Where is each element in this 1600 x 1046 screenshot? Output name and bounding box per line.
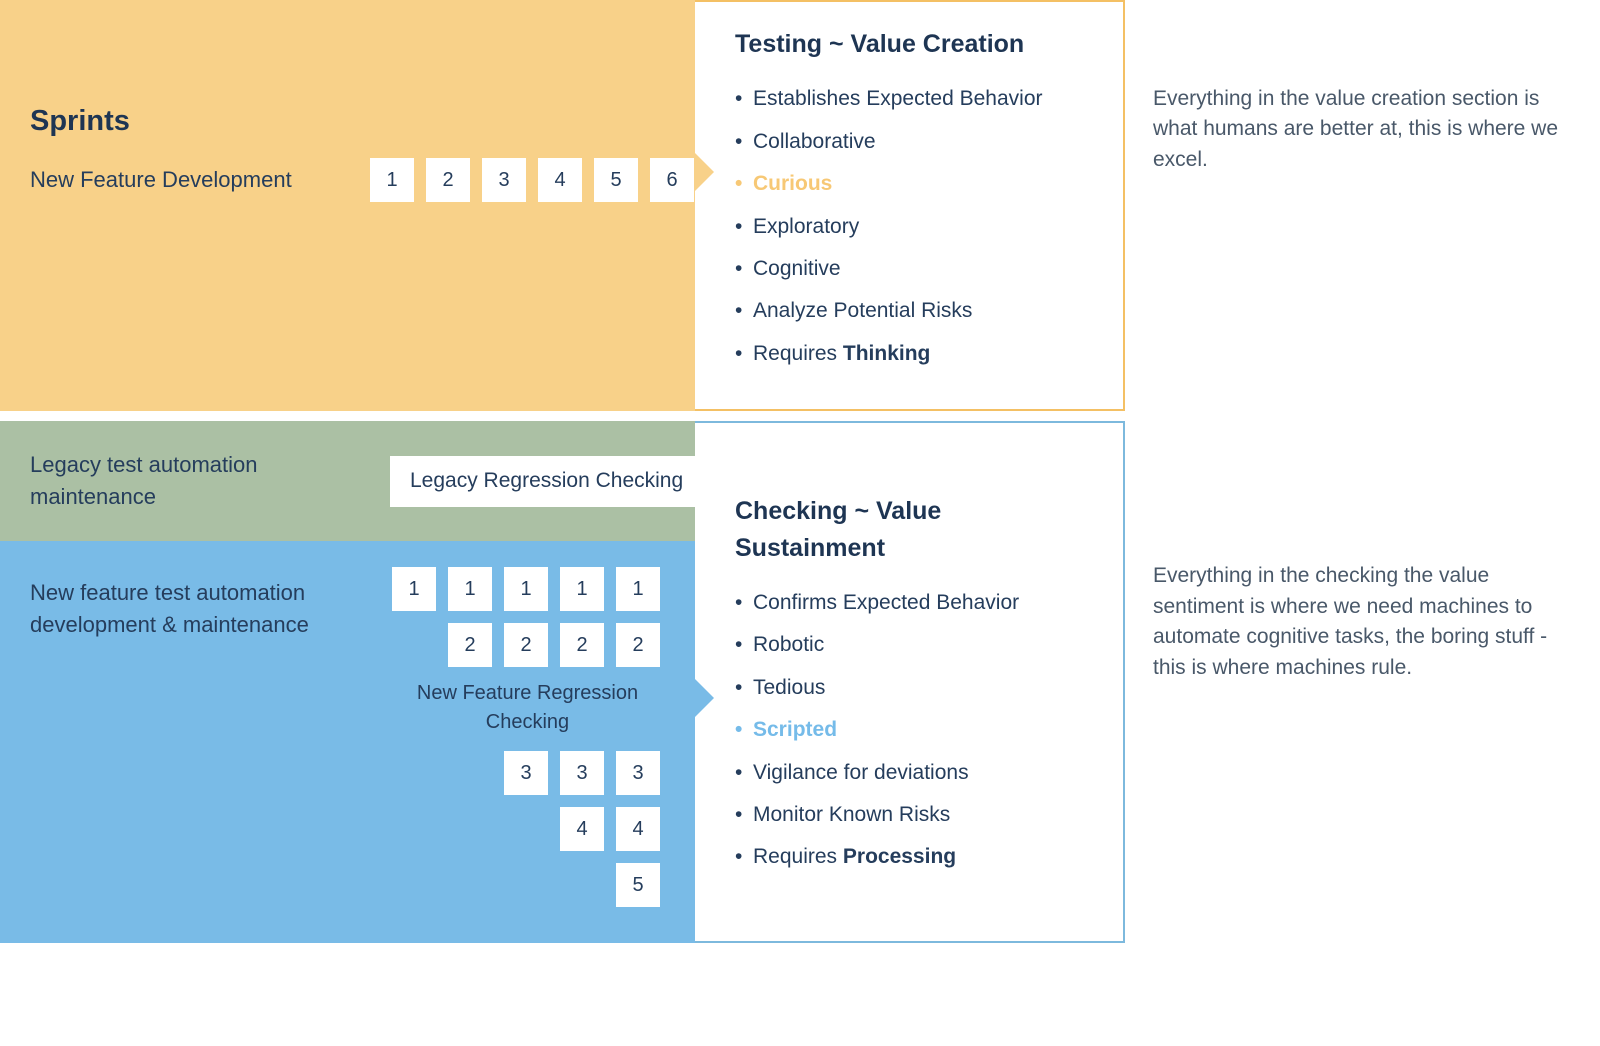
list-item: Analyze Potential Risks <box>735 296 1095 326</box>
arrow-icon <box>694 152 714 192</box>
regression-box: 1 <box>448 567 492 611</box>
sprint-box: 1 <box>370 158 414 202</box>
checking-side-note: Everything in the checking the value sen… <box>1125 421 1600 943</box>
sprints-subtitle: New Feature Development <box>30 164 330 196</box>
regression-row: 333 <box>390 751 660 795</box>
legacy-label: Legacy test automation maintenance <box>30 449 330 513</box>
testing-title: Testing ~ Value Creation <box>735 26 1095 62</box>
legacy-row: Legacy test automation maintenance Legac… <box>0 421 695 541</box>
list-item: Vigilance for deviations <box>735 758 1095 788</box>
regression-triangle: 111112222 New Feature Regression Checkin… <box>330 567 665 919</box>
list-item: Establishes Expected Behavior <box>735 84 1095 114</box>
regression-box: 2 <box>616 623 660 667</box>
checking-left: Legacy test automation maintenance Legac… <box>0 421 695 943</box>
regression-box: 1 <box>392 567 436 611</box>
regression-box: 5 <box>616 863 660 907</box>
new-feature-area: New feature test automation development … <box>0 541 695 943</box>
regression-box: 1 <box>616 567 660 611</box>
sprints-title: Sprints <box>30 100 671 142</box>
testing-row: Sprints New Feature Development 123456 T… <box>0 0 1600 411</box>
regression-box: 4 <box>560 807 604 851</box>
regression-box: 2 <box>504 623 548 667</box>
list-item: Collaborative <box>735 127 1095 157</box>
list-item: Exploratory <box>735 212 1095 242</box>
regression-box: 2 <box>560 623 604 667</box>
checking-title: Checking ~ Value Sustainment <box>735 493 1095 566</box>
testing-list: Establishes Expected Behavior Collaborati… <box>735 84 1095 369</box>
list-item: Robotic <box>735 630 1095 660</box>
list-item: Requires Processing <box>735 842 1095 872</box>
list-item: Monitor Known Risks <box>735 800 1095 830</box>
regression-box: 4 <box>616 807 660 851</box>
arrow-icon <box>694 678 714 718</box>
testing-panel: Testing ~ Value Creation Establishes Exp… <box>695 0 1125 411</box>
regression-box: 3 <box>616 751 660 795</box>
sprint-sequence: 123456 <box>370 158 694 202</box>
list-item: Curious <box>735 169 1095 199</box>
legacy-box: Legacy Regression Checking <box>390 456 703 506</box>
regression-box: 3 <box>560 751 604 795</box>
list-item: Tedious <box>735 673 1095 703</box>
regression-box: 2 <box>448 623 492 667</box>
regression-box: 3 <box>504 751 548 795</box>
sprint-box: 3 <box>482 158 526 202</box>
regression-row: 11111 <box>390 567 660 611</box>
sprints-area: Sprints New Feature Development 123456 <box>0 0 695 411</box>
testing-side-note: Everything in the value creation section… <box>1125 0 1600 411</box>
new-feature-label: New feature test automation development … <box>30 567 330 919</box>
checking-row: Legacy test automation maintenance Legac… <box>0 421 1600 943</box>
regression-row: 44 <box>390 807 660 851</box>
sprint-box: 2 <box>426 158 470 202</box>
list-item: Requires Thinking <box>735 339 1095 369</box>
regression-row: 2222 <box>390 623 660 667</box>
regression-box: 1 <box>560 567 604 611</box>
sprint-box: 5 <box>594 158 638 202</box>
list-item: Cognitive <box>735 254 1095 284</box>
regression-box: 1 <box>504 567 548 611</box>
regression-caption: New Feature Regression Checking <box>390 679 665 737</box>
list-item: Confirms Expected Behavior <box>735 588 1095 618</box>
sprint-box: 4 <box>538 158 582 202</box>
sprint-box: 6 <box>650 158 694 202</box>
regression-row: 5 <box>390 863 660 907</box>
list-item: Scripted <box>735 715 1095 745</box>
checking-list: Confirms Expected Behavior Robotic Tedious… <box>735 588 1095 873</box>
checking-panel: Checking ~ Value Sustainment Confirms Ex… <box>695 421 1125 943</box>
